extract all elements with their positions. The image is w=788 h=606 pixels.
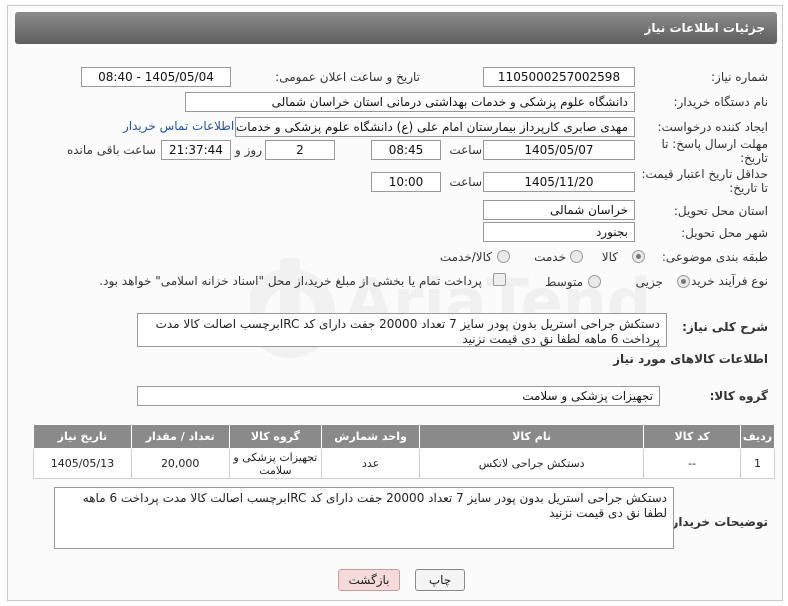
goods-group-label: گروه کالا: xyxy=(709,389,768,403)
validity-label-1: حداقل تاریخ اعتبار قیمت: xyxy=(641,167,768,181)
items-table: ردیف کد کالا نام کالا واحد شمارش گروه کا… xyxy=(33,424,775,479)
category-option-goods: کالا xyxy=(601,250,618,264)
description-label: شرح کلی نیاز: xyxy=(682,320,768,334)
description-field: دستکش جراحی استریل بدون پودر سایز 7 تعدا… xyxy=(137,313,667,347)
treasury-checkbox[interactable] xyxy=(493,273,506,286)
buyer-contact-link[interactable]: اطلاعات تماس خریدار xyxy=(123,119,234,133)
requester-field: مهدی صابری کارپرداز بیمارستان امام علی (… xyxy=(235,117,635,137)
back-button[interactable]: بازگشت xyxy=(338,569,400,591)
announce-label: تاریخ و ساعت اعلان عمومی: xyxy=(275,70,420,84)
category-option-goods-service: کالا/خدمت xyxy=(439,250,492,264)
deadline-label-2: تاریخ: xyxy=(740,151,768,165)
print-button[interactable]: چاپ xyxy=(415,569,465,591)
requester-label: ایجاد کننده درخواست: xyxy=(657,120,768,134)
buyer-notes-label: توضیحات خریدار: xyxy=(666,515,768,529)
cell-qty: 20,000 xyxy=(130,448,230,479)
cell-row: 1 xyxy=(740,448,775,479)
validity-time-field: 10:00 xyxy=(371,172,441,192)
process-radio-minor[interactable] xyxy=(677,275,690,288)
deadline-time-label: ساعت xyxy=(449,143,482,157)
cell-code: -- xyxy=(643,448,742,479)
validity-label-2: تا تاریخ: xyxy=(729,181,768,195)
process-radio-medium[interactable] xyxy=(588,275,601,288)
need-number-label: شماره نیاز: xyxy=(711,70,768,84)
city-field: بجنورد xyxy=(483,222,635,242)
category-radio-goods-service[interactable] xyxy=(497,250,510,263)
buyer-org-label: نام دستگاه خریدار: xyxy=(673,95,769,109)
col-date: تاریخ نیاز xyxy=(33,424,132,449)
page-header: جزئیات اطلاعات نیاز xyxy=(15,12,777,44)
validity-time-label: ساعت xyxy=(449,175,482,189)
table-row: 1 -- دستکش جراحی لاتکس عدد تجهیزات پزشکی… xyxy=(33,448,775,479)
process-option-minor: جزیی xyxy=(635,275,663,289)
col-row: ردیف xyxy=(740,424,775,449)
province-label: استان محل تحویل: xyxy=(673,204,768,218)
buyer-org-field: دانشگاه علوم پزشکی و خدمات بهداشتی درمان… xyxy=(185,92,635,112)
table-header-row: ردیف کد کالا نام کالا واحد شمارش گروه کا… xyxy=(33,424,775,449)
col-group: گروه کالا xyxy=(228,424,323,449)
col-code: کد کالا xyxy=(643,424,742,449)
validity-date-field: 1405/11/20 xyxy=(483,172,635,192)
deadline-days-field: 2 xyxy=(265,140,335,160)
deadline-days-label: روز و xyxy=(235,143,262,157)
cell-group: تجهیزات پزشکی و سلامت xyxy=(228,448,323,479)
cell-name: دستکش جراحی لاتکس xyxy=(418,448,645,479)
buyer-notes-field: دستکش جراحی استریل بدون پودر سایز 7 تعدا… xyxy=(54,487,674,549)
remaining-time-label: ساعت باقی مانده xyxy=(66,143,156,157)
page-title: جزئیات اطلاعات نیاز xyxy=(644,21,765,35)
announce-field: 1405/05/04 - 08:40 xyxy=(81,67,231,87)
goods-group-field: تجهیزات پزشکی و سلامت xyxy=(137,386,660,406)
deadline-time-field: 08:45 xyxy=(371,140,441,160)
category-radio-service[interactable] xyxy=(570,250,583,263)
col-name: نام کالا xyxy=(418,424,645,449)
goods-info-title: اطلاعات کالاهای مورد نیاز xyxy=(613,352,768,366)
need-number-field: 1105000257002598 xyxy=(483,67,635,87)
category-radio-goods[interactable] xyxy=(632,250,645,263)
process-option-medium: متوسط xyxy=(545,275,583,289)
cell-unit: عدد xyxy=(321,448,420,479)
cell-date: 1405/05/13 xyxy=(33,448,132,479)
col-qty: تعداد / مقدار xyxy=(130,424,230,449)
province-field: خراسان شمالی xyxy=(483,200,635,220)
treasury-note: پرداخت تمام یا بخشی از مبلغ خرید،از محل … xyxy=(99,274,482,288)
category-option-service: خدمت xyxy=(534,250,566,264)
city-label: شهر محل تحویل: xyxy=(681,226,768,240)
remaining-time-field: 21:37:44 xyxy=(161,140,231,160)
process-label: نوع فرآیند خرید : xyxy=(683,274,768,288)
deadline-label-1: مهلت ارسال پاسخ: تا xyxy=(661,137,768,151)
col-unit: واحد شمارش xyxy=(321,424,420,449)
deadline-date-field: 1405/05/07 xyxy=(483,140,635,160)
category-label: طبقه بندی موضوعی: xyxy=(661,250,768,264)
